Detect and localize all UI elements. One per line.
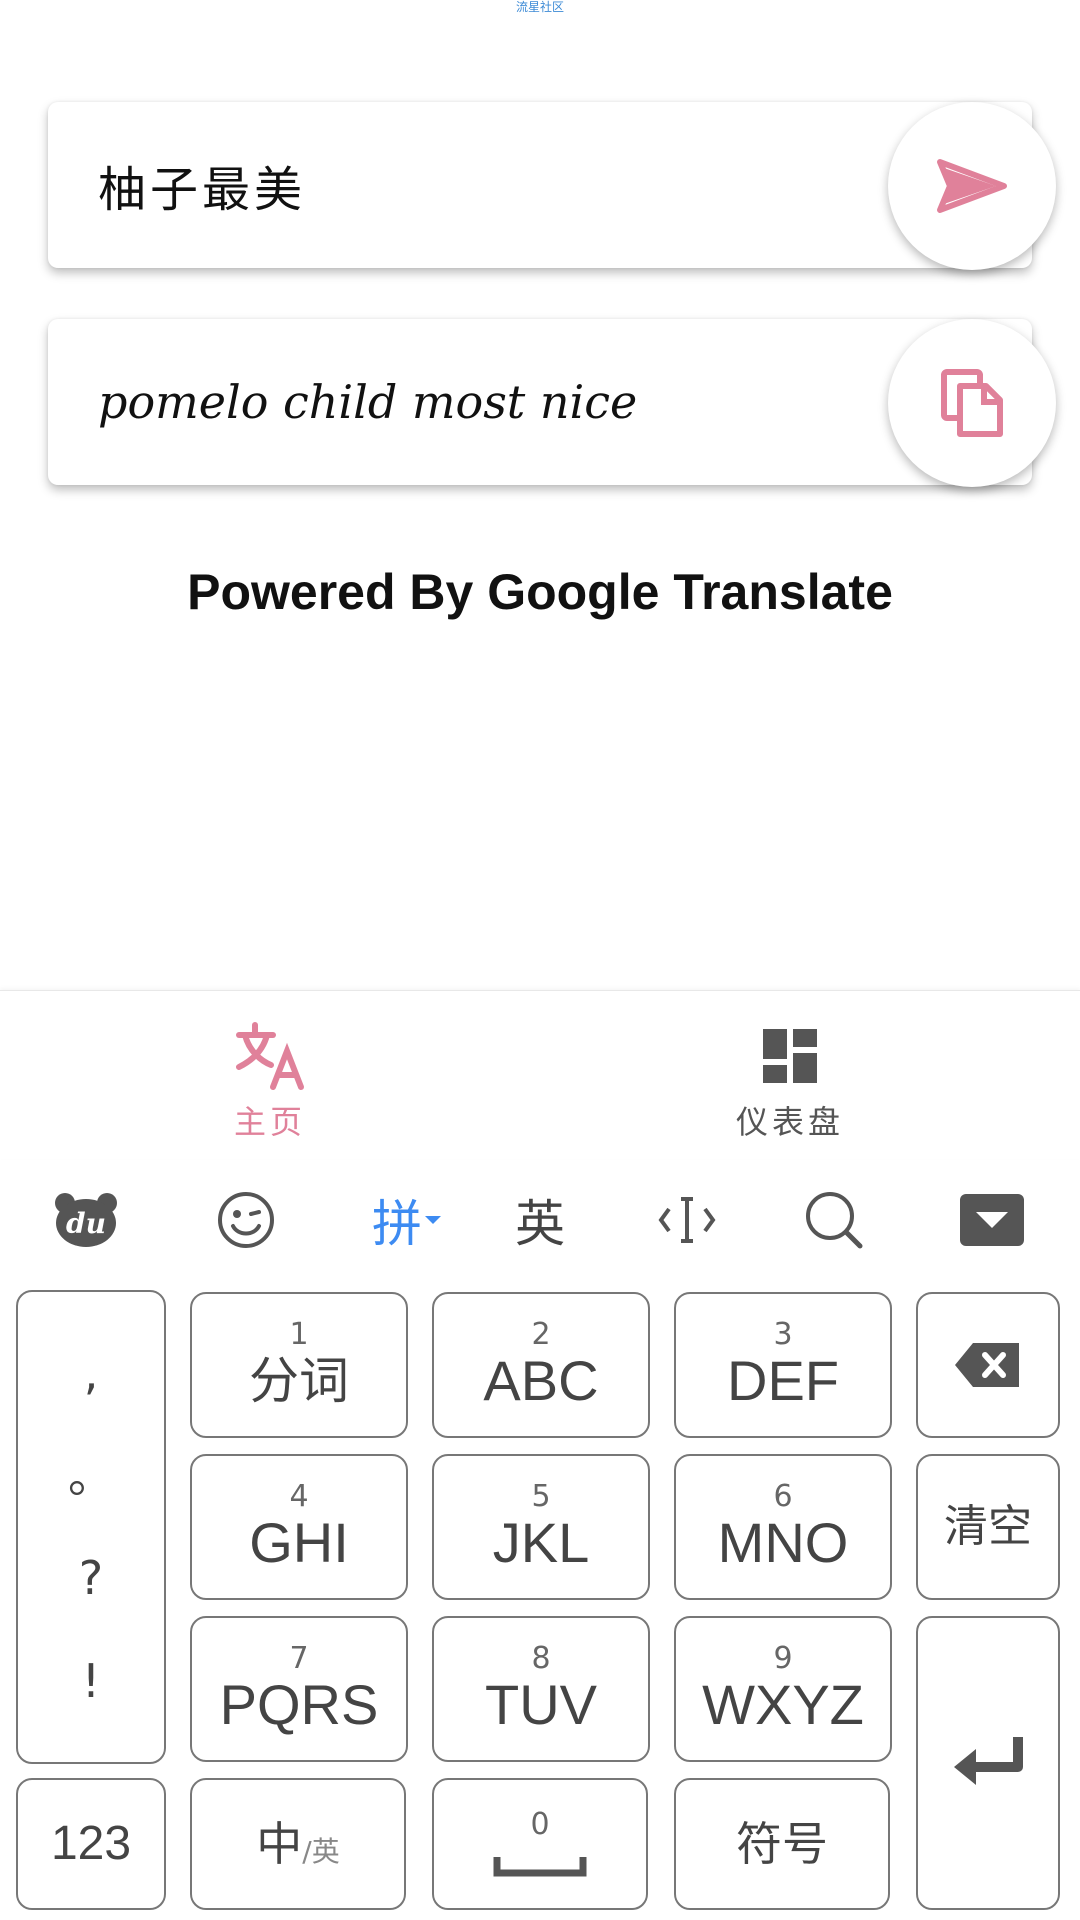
- send-button[interactable]: [888, 102, 1056, 270]
- key-label: ABC: [483, 1349, 599, 1412]
- punctuation-column-key[interactable]: , 。 ? !: [16, 1290, 166, 1764]
- caret-down-icon: [425, 1216, 441, 1224]
- copy-button[interactable]: [888, 319, 1056, 487]
- emoji-button[interactable]: [196, 1188, 296, 1252]
- enter-key[interactable]: [916, 1616, 1060, 1910]
- space-number: 0: [530, 1807, 550, 1842]
- key-number: 2: [531, 1317, 551, 1352]
- nav-label-dashboard: 仪表盘: [735, 1103, 844, 1141]
- num-switch-label: 123: [50, 1817, 132, 1870]
- du-bear-icon: du: [55, 1193, 117, 1247]
- space-icon: [493, 1857, 587, 1877]
- cursor-icon: [658, 1197, 716, 1243]
- nav-item-home[interactable]: 主页: [0, 991, 540, 1159]
- keyboard-toolbar: du 拼 英: [0, 1160, 1080, 1280]
- key-number: 6: [773, 1479, 793, 1514]
- key-number: 8: [531, 1641, 551, 1676]
- key-label: MNO: [717, 1511, 849, 1574]
- send-icon: [937, 159, 1007, 213]
- backspace-key[interactable]: [916, 1292, 1060, 1438]
- search-button[interactable]: [784, 1188, 884, 1252]
- key-4-ghi[interactable]: 4 GHI: [190, 1454, 408, 1600]
- key-8-tuv[interactable]: 8 TUV: [432, 1616, 650, 1762]
- space-key[interactable]: 0: [432, 1778, 648, 1910]
- powered-by-label: Powered By Google Translate: [187, 564, 893, 620]
- bottom-nav: 主页 仪表盘: [0, 990, 1080, 1159]
- lang-switch-key[interactable]: 中 /英: [190, 1778, 406, 1910]
- hide-keyboard-button[interactable]: [942, 1188, 1042, 1252]
- key-label: JKL: [492, 1511, 590, 1574]
- punct-question[interactable]: ?: [79, 1555, 103, 1601]
- punct-exclaim[interactable]: !: [82, 1658, 100, 1704]
- key-label: TUV: [485, 1673, 597, 1736]
- key-label: PQRS: [219, 1673, 379, 1736]
- key-1-fenci[interactable]: 1 分词: [190, 1292, 408, 1438]
- output-text: pomelo child most nice: [98, 375, 638, 429]
- nav-item-dashboard[interactable]: 仪表盘: [520, 991, 1060, 1159]
- punct-comma[interactable]: ,: [84, 1350, 99, 1396]
- nav-label-home: 主页: [233, 1103, 306, 1141]
- key-number: 5: [531, 1479, 551, 1514]
- pinyin-mode-button[interactable]: 拼: [352, 1188, 462, 1253]
- input-text[interactable]: 柚子最美: [98, 150, 306, 220]
- clear-label: 清空: [944, 1501, 1032, 1552]
- key-number: 4: [289, 1479, 309, 1514]
- input-card[interactable]: 柚子最美: [48, 102, 1056, 270]
- key-7-pqrs[interactable]: 7 PQRS: [190, 1616, 408, 1762]
- translate-icon: [236, 1022, 304, 1090]
- key-2-abc[interactable]: 2 ABC: [432, 1292, 650, 1438]
- output-card: pomelo child most nice: [48, 319, 1056, 487]
- key-number: 1: [289, 1317, 309, 1352]
- du-logo-button[interactable]: du: [36, 1188, 136, 1252]
- punct-period[interactable]: 。: [68, 1453, 114, 1499]
- key-6-mno[interactable]: 6 MNO: [674, 1454, 892, 1600]
- key-label: WXYZ: [702, 1673, 864, 1736]
- key-label: 分词: [249, 1352, 349, 1410]
- key-number: 7: [289, 1641, 309, 1676]
- num-switch-key[interactable]: 123: [16, 1778, 166, 1910]
- key-number: 3: [773, 1317, 793, 1352]
- search-icon: [806, 1192, 863, 1249]
- lang-switch-main: 中: [256, 1817, 303, 1871]
- dashboard-icon: [763, 1029, 817, 1083]
- key-label: DEF: [727, 1349, 839, 1412]
- key-number: 9: [773, 1641, 793, 1676]
- copy-icon: [941, 369, 1003, 437]
- enter-icon: [954, 1737, 1023, 1785]
- english-label: 英: [515, 1195, 565, 1253]
- backspace-icon: [955, 1343, 1019, 1387]
- key-9-wxyz[interactable]: 9 WXYZ: [674, 1616, 892, 1762]
- key-label: GHI: [249, 1511, 349, 1574]
- pinyin-label: 拼: [372, 1195, 422, 1253]
- svg-text:du: du: [66, 1207, 106, 1240]
- keyboard: , 。 ? ! 1 分词 2 ABC 3 DEF 4 GHI 5 JKL 6 M…: [0, 1280, 1080, 1920]
- clear-key[interactable]: 清空: [916, 1454, 1060, 1600]
- symbol-key[interactable]: 符号: [674, 1778, 890, 1910]
- symbol-label: 符号: [736, 1817, 828, 1871]
- emoji-icon: [218, 1192, 274, 1248]
- key-5-jkl[interactable]: 5 JKL: [432, 1454, 650, 1600]
- key-3-def[interactable]: 3 DEF: [674, 1292, 892, 1438]
- lang-switch-sub: /英: [302, 1835, 340, 1868]
- hide-keyboard-icon: [960, 1194, 1024, 1246]
- cursor-button[interactable]: [637, 1188, 737, 1252]
- english-mode-button[interactable]: 英: [490, 1188, 590, 1253]
- status-hint: 流星社区: [515, 0, 564, 14]
